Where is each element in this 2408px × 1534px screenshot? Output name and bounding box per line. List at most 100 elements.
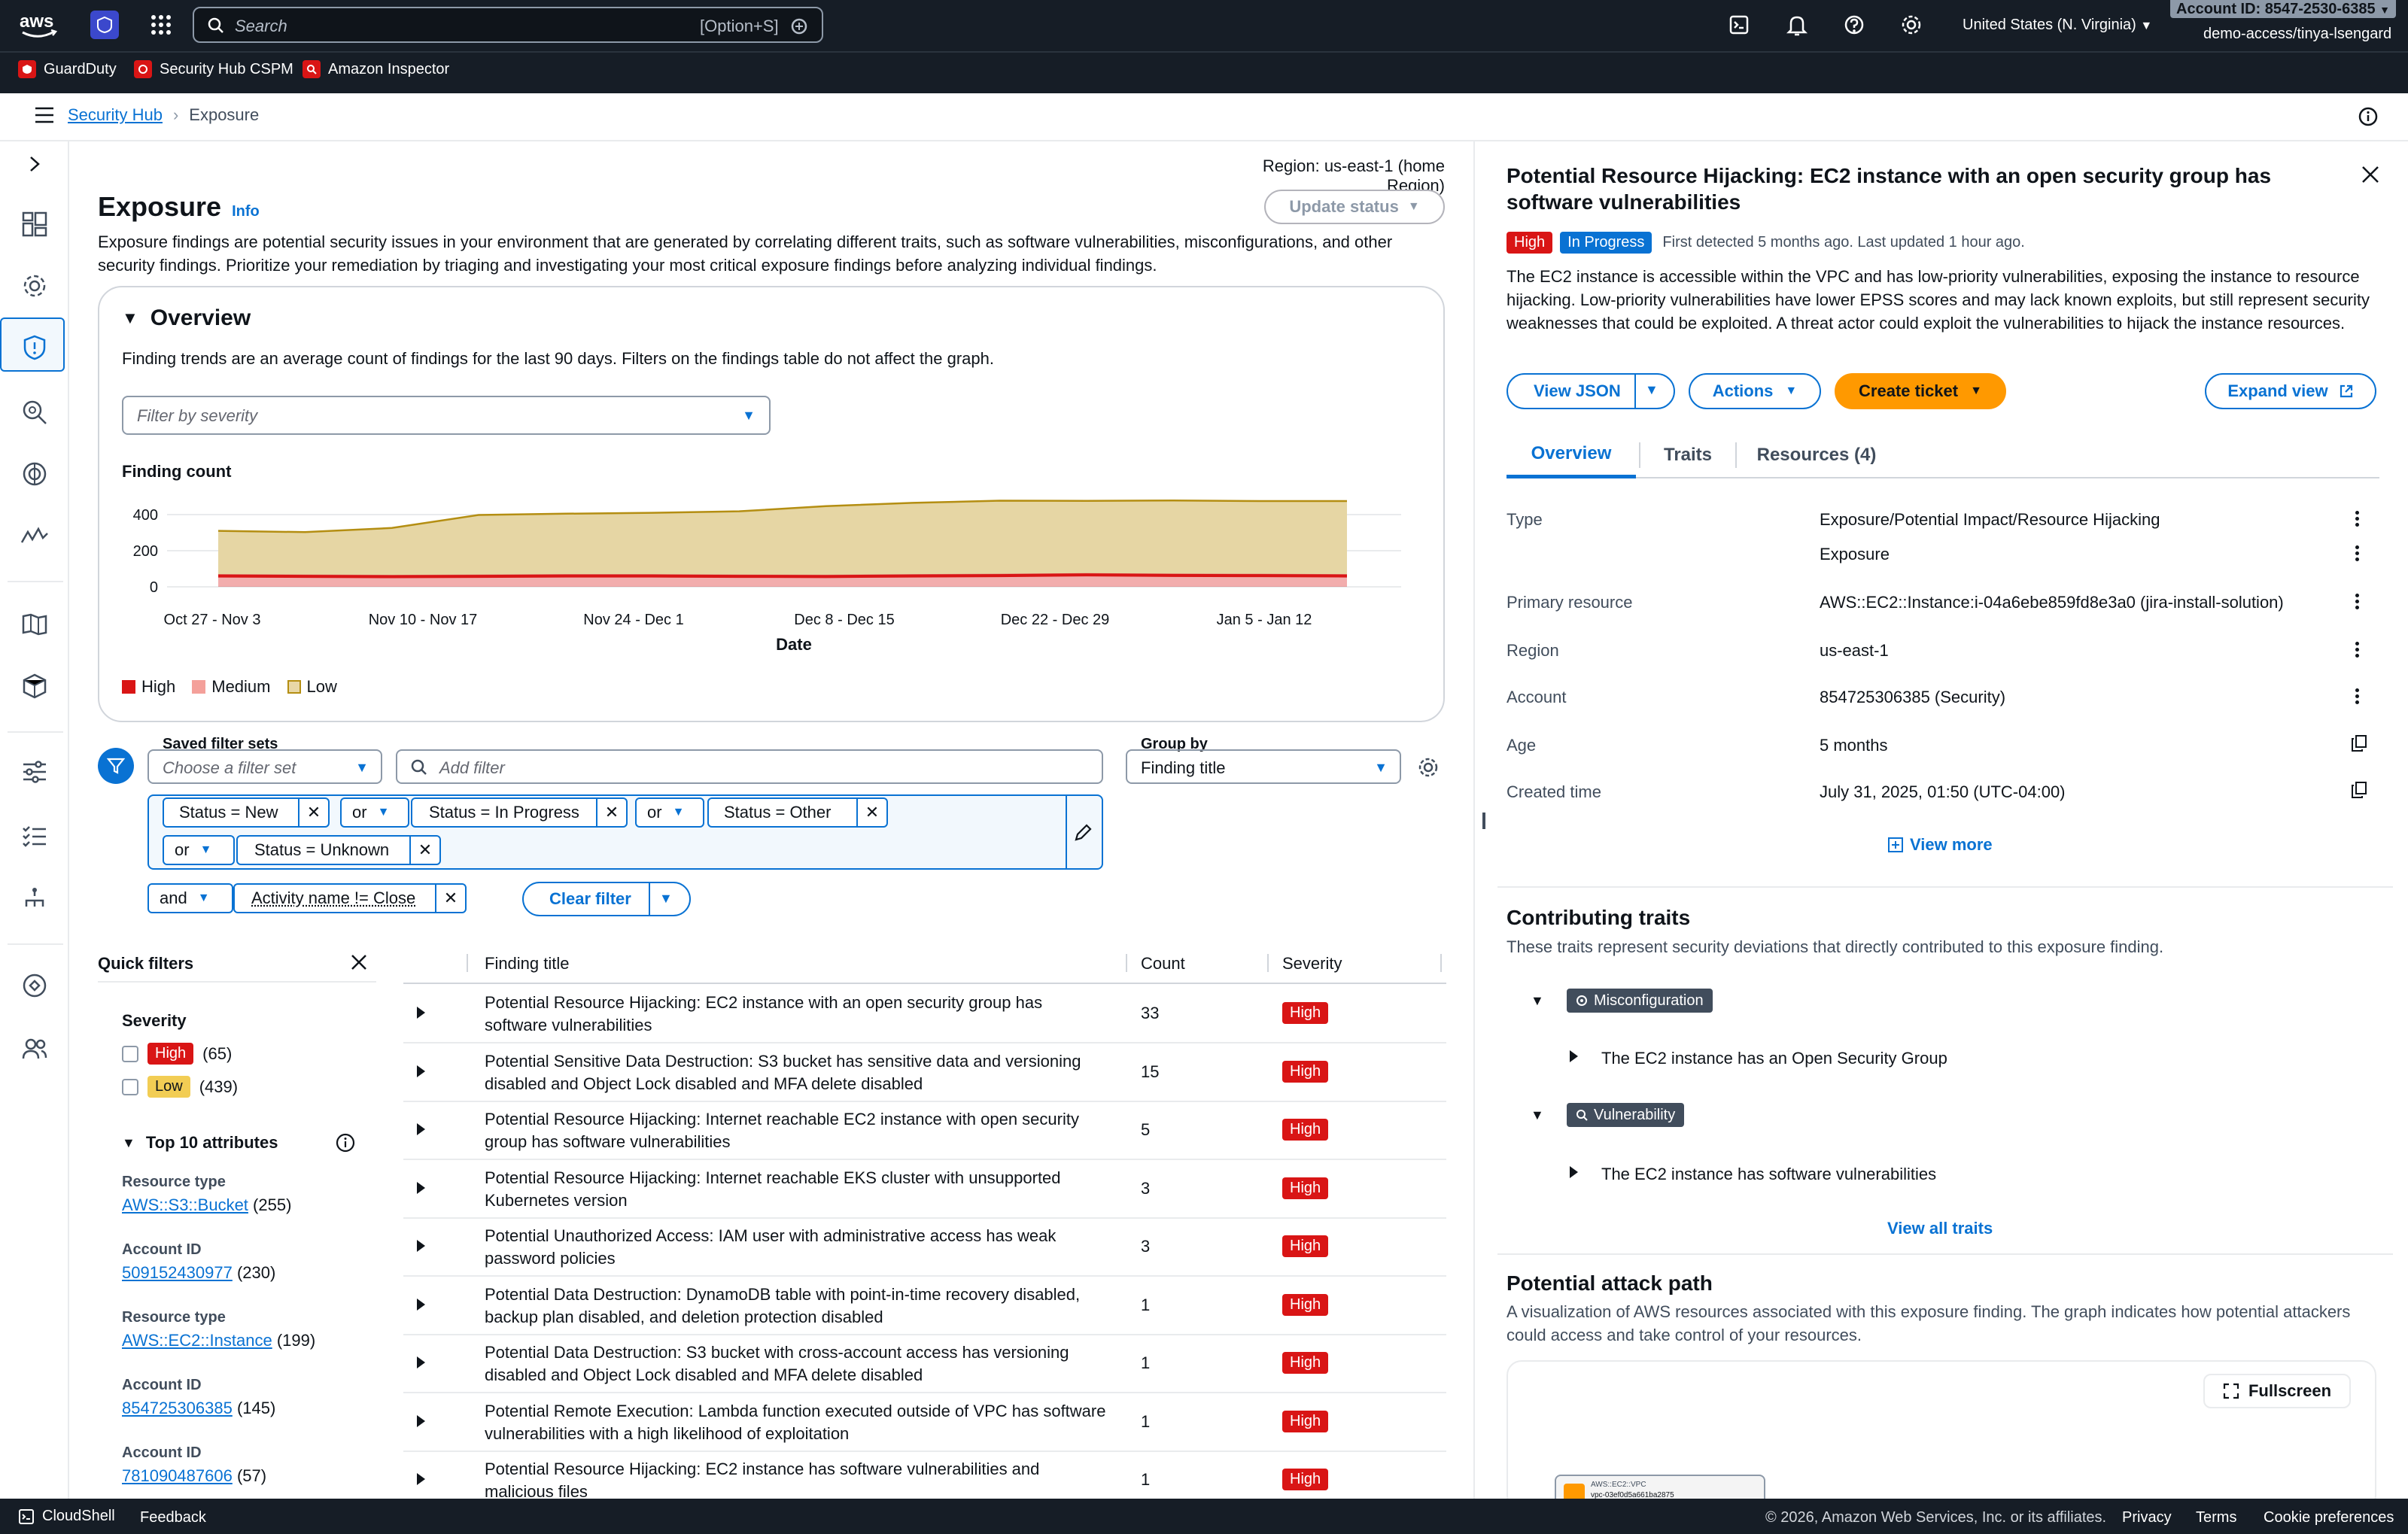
account-id-badge[interactable]: Account ID: 8547-2530-6385 ▼ [2170, 0, 2396, 18]
info-link[interactable]: Info [232, 203, 260, 220]
more-actions-icon[interactable] [2354, 639, 2360, 660]
threats-icon[interactable] [18, 457, 51, 491]
expand-row-caret-icon[interactable] [417, 1007, 425, 1019]
fullscreen-button[interactable]: Fullscreen [2203, 1374, 2351, 1408]
table-row[interactable]: Potential Unauthorized Access: IAM user … [403, 1219, 1446, 1277]
trait-item[interactable]: The EC2 instance has an Open Security Gr… [1601, 1049, 1947, 1068]
edit-filters-pencil-icon[interactable] [1073, 823, 1093, 843]
caret-right-icon[interactable] [1570, 1050, 1578, 1062]
close-panel-icon[interactable] [2361, 166, 2379, 184]
remove-token-close-icon[interactable]: ✕ [856, 799, 886, 826]
actions-button[interactable]: Actions ▼ [1689, 373, 1821, 409]
feedback-link[interactable]: Feedback [140, 1509, 206, 1526]
favorite-guardduty[interactable]: GuardDuty [18, 60, 117, 78]
caret-down-icon[interactable]: ▼ [1645, 382, 1659, 398]
notifications-bell-icon[interactable] [1786, 14, 1808, 36]
table-row[interactable]: Potential Sensitive Data Destruction: S3… [403, 1044, 1446, 1102]
settings-cog-icon[interactable] [18, 269, 51, 302]
column-header-count[interactable]: Count [1141, 954, 1185, 974]
legend-item[interactable]: High [122, 677, 175, 697]
search-bar[interactable]: Search [Option+S] [193, 7, 823, 43]
resources-cube-icon[interactable] [18, 670, 51, 703]
copy-icon[interactable] [2351, 734, 2367, 752]
integrations-hierarchy-icon[interactable] [18, 882, 51, 915]
attribute-value-link[interactable]: 509152430977 [122, 1263, 233, 1282]
filter-operator-and[interactable]: and ▼ [147, 883, 233, 913]
expand-row-caret-icon[interactable] [417, 1240, 425, 1252]
users-icon[interactable] [18, 1032, 51, 1065]
expand-row-caret-icon[interactable] [417, 1123, 425, 1135]
checkbox[interactable] [122, 1045, 138, 1062]
cloudshell-link[interactable]: CloudShell [18, 1508, 115, 1525]
remove-token-close-icon[interactable]: ✕ [435, 885, 465, 912]
expand-nav-chevron-icon[interactable] [18, 147, 51, 181]
table-row[interactable]: Potential Remote Execution: Lambda funct… [403, 1394, 1446, 1452]
table-row[interactable]: Potential Data Destruction: DynamoDB tab… [403, 1277, 1446, 1335]
group-by-select[interactable]: Finding title ▼ [1126, 749, 1401, 784]
tab-resources[interactable]: Resources (4) [1740, 432, 1893, 478]
overview-toggle[interactable]: ▼ Overview [122, 305, 251, 331]
expand-view-button[interactable]: Expand view [2205, 373, 2376, 409]
caret-down-icon[interactable]: ▼ [1531, 993, 1544, 1009]
tab-overview[interactable]: Overview [1507, 432, 1636, 478]
column-header-finding-title[interactable]: Finding title [485, 954, 570, 974]
favorite-security-hub-cspm[interactable]: Security Hub CSPM [134, 60, 293, 78]
caret-down-icon[interactable]: ▼ [659, 891, 673, 907]
expand-row-caret-icon[interactable] [417, 1356, 425, 1368]
expand-row-caret-icon[interactable] [417, 1065, 425, 1077]
close-quick-filters-icon[interactable] [351, 954, 367, 971]
help-icon[interactable] [1844, 14, 1865, 35]
automations-icon[interactable] [18, 969, 51, 1002]
attack-path-canvas[interactable]: Fullscreen AWS::EC2::VPC vpc-03ef0d5a661… [1507, 1360, 2376, 1511]
user-menu[interactable]: demo-access/tinya-lsengard [2203, 26, 2391, 43]
update-status-button[interactable]: Update status ▼ [1264, 190, 1445, 224]
more-actions-icon[interactable] [2354, 686, 2360, 706]
cloudshell-icon[interactable] [1729, 15, 1749, 35]
findings-search-icon[interactable] [18, 396, 51, 429]
severity-checkbox-low[interactable]: Low (439) [122, 1076, 238, 1098]
filter-operator-or[interactable]: or ▼ [340, 797, 409, 828]
terms-link[interactable]: Terms [2196, 1509, 2236, 1526]
table-row[interactable]: Potential Resource Hijacking: Internet r… [403, 1102, 1446, 1160]
expand-row-caret-icon[interactable] [417, 1181, 425, 1194]
expand-row-caret-icon[interactable] [417, 1298, 425, 1311]
filter-token-status-new[interactable]: Status = New ✕ [163, 797, 330, 828]
remove-token-close-icon[interactable]: ✕ [596, 799, 626, 826]
inventory-icon[interactable] [18, 608, 51, 641]
filter-operator-or[interactable]: or ▼ [635, 797, 704, 828]
region-selector[interactable]: United States (N. Virginia) ▼ [1963, 17, 2152, 34]
security-hub-service-icon[interactable] [90, 11, 119, 39]
view-more-link[interactable]: View more [1887, 835, 1993, 855]
legend-item[interactable]: Medium [192, 677, 271, 697]
filter-operator-or[interactable]: or ▼ [163, 835, 235, 865]
saved-filter-select[interactable]: Choose a filter set ▼ [147, 749, 382, 784]
table-row[interactable]: Potential Data Destruction: S3 bucket wi… [403, 1335, 1446, 1393]
panel-resize-handle[interactable] [1482, 813, 1485, 829]
tab-traits[interactable]: Traits [1643, 432, 1732, 478]
caret-down-icon[interactable]: ▼ [1531, 1107, 1544, 1123]
top-attributes-toggle[interactable]: ▼ Top 10 attributes [122, 1133, 278, 1153]
copy-icon[interactable] [2351, 781, 2367, 799]
trends-icon[interactable] [18, 519, 51, 552]
filter-token-status-in-progress[interactable]: Status = In Progress ✕ [411, 797, 628, 828]
trait-item[interactable]: The EC2 instance has software vulnerabil… [1601, 1165, 1936, 1184]
column-header-severity[interactable]: Severity [1282, 954, 1342, 974]
exposure-shield-icon[interactable] [18, 331, 51, 364]
shortcut-settings-icon[interactable] [790, 17, 808, 35]
table-row[interactable]: Potential Resource Hijacking: Internet r… [403, 1161, 1446, 1219]
settings-gear-icon[interactable] [1901, 14, 1922, 35]
filter-token-status-other[interactable]: Status = Other ✕ [707, 797, 888, 828]
attribute-value-link[interactable]: 854725306385 [122, 1399, 233, 1417]
view-all-traits-link[interactable]: View all traits [1887, 1219, 1993, 1238]
breadcrumb-security-hub[interactable]: Security Hub [68, 105, 163, 125]
remove-token-close-icon[interactable]: ✕ [409, 837, 439, 864]
attribute-value-link[interactable]: AWS::S3::Bucket [122, 1195, 248, 1214]
caret-right-icon[interactable] [1570, 1166, 1578, 1178]
more-actions-icon[interactable] [2354, 543, 2360, 563]
info-panel-icon[interactable] [2358, 107, 2378, 126]
remove-token-close-icon[interactable]: ✕ [298, 799, 328, 826]
legend-item[interactable]: Low [287, 677, 337, 697]
dashboard-icon[interactable] [18, 208, 51, 241]
more-actions-icon[interactable] [2354, 509, 2360, 529]
more-actions-icon[interactable] [2354, 591, 2360, 612]
